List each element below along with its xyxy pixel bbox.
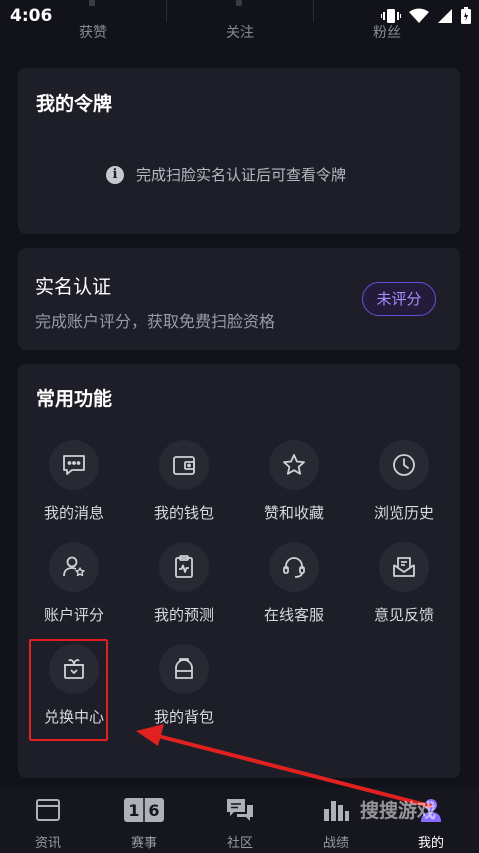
scoreboard-icon: 16 — [96, 796, 192, 824]
watermark: 搜搜游戏 — [360, 800, 437, 822]
func-my-wallet[interactable]: 我的钱包 — [129, 440, 239, 536]
clipboard-chart-icon — [159, 542, 209, 592]
token-hint: i 完成扫脸实名认证后可查看令牌 — [106, 164, 346, 185]
verify-subtitle: 完成账户评分，获取免费扫脸资格 — [35, 312, 276, 331]
func-my-predictions[interactable]: 我的预测 — [129, 542, 239, 638]
func-label: 账户评分 — [43, 606, 104, 624]
tab-label: 战绩 — [322, 836, 349, 851]
func-label: 我的预测 — [153, 606, 214, 624]
verify-title: 实名认证 — [35, 276, 112, 298]
func-account-rating[interactable]: 账户评分 — [19, 542, 129, 638]
tab-events[interactable]: 16 赛事 — [96, 796, 192, 851]
func-browse-history[interactable]: 浏览历史 — [349, 440, 459, 536]
functions-title: 常用功能 — [36, 388, 113, 410]
func-label: 意见反馈 — [373, 606, 434, 624]
func-label: 我的消息 — [43, 504, 104, 522]
mail-feedback-icon — [379, 542, 429, 592]
headset-icon — [269, 542, 319, 592]
unrated-badge[interactable]: 未评分 — [362, 282, 436, 316]
tab-news[interactable]: 资讯 — [0, 796, 96, 851]
func-label: 浏览历史 — [373, 504, 434, 522]
token-card: 我的令牌 i 完成扫脸实名认证后可查看令牌 — [18, 68, 460, 234]
status-bar: 4:06 — [0, 0, 479, 34]
wifi-icon — [409, 8, 429, 24]
tab-community[interactable]: 社区 — [192, 796, 288, 851]
star-icon — [269, 440, 319, 490]
message-icon — [49, 440, 99, 490]
signal-icon — [437, 8, 453, 24]
verify-card[interactable]: 实名认证 完成账户评分，获取免费扫脸资格 未评分 — [18, 248, 460, 350]
func-online-support[interactable]: 在线客服 — [239, 542, 349, 638]
vibrate-icon — [381, 8, 401, 24]
info-icon: i — [106, 165, 124, 184]
tab-label: 赛事 — [130, 836, 157, 851]
news-icon — [0, 796, 96, 824]
user-star-icon — [49, 542, 99, 592]
token-hint-text: 完成扫脸实名认证后可查看令牌 — [136, 166, 347, 184]
token-card-title: 我的令牌 — [36, 93, 113, 115]
func-label: 赞和收藏 — [263, 504, 324, 522]
redeem-highlight-box — [29, 639, 108, 741]
tab-label: 资讯 — [34, 836, 61, 851]
backpack-icon — [159, 644, 209, 694]
func-label: 我的钱包 — [153, 504, 214, 522]
func-my-backpack[interactable]: 我的背包 — [129, 644, 239, 740]
func-my-messages[interactable]: 我的消息 — [19, 440, 129, 536]
tab-label: 我的 — [417, 836, 444, 851]
clock-icon — [379, 440, 429, 490]
func-likes-favorites[interactable]: 赞和收藏 — [239, 440, 349, 536]
func-feedback[interactable]: 意见反馈 — [349, 542, 459, 638]
wallet-icon — [159, 440, 209, 490]
status-time: 4:06 — [10, 6, 53, 26]
func-label: 在线客服 — [263, 606, 324, 624]
func-label: 我的背包 — [153, 708, 214, 726]
chat-icon — [192, 796, 288, 824]
scoreboard-digit-right: 6 — [148, 801, 159, 820]
tab-label: 社区 — [226, 836, 253, 851]
scoreboard-digit-left: 1 — [128, 801, 139, 820]
status-icons — [381, 7, 471, 24]
battery-icon — [461, 7, 471, 24]
